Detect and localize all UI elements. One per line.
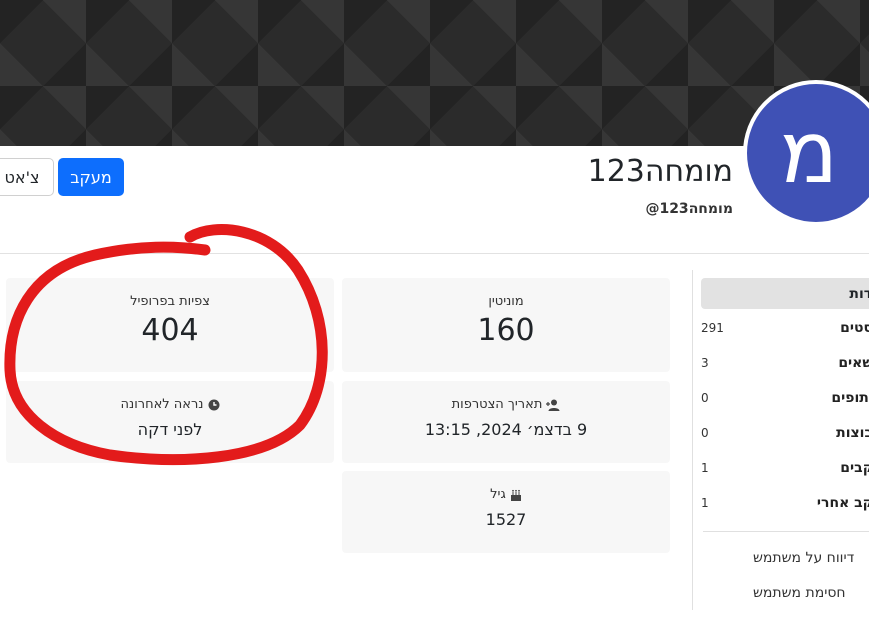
- last-seen-card: נראה לאחרונה לפני דקה: [6, 381, 334, 463]
- sidebar-item-count: 1: [701, 496, 709, 510]
- report-user-link[interactable]: דיווח על משתמש: [753, 550, 854, 566]
- sidebar-item-count: 3: [701, 356, 709, 370]
- age-label: גיל: [490, 487, 506, 502]
- sidebar-divider: [703, 531, 869, 532]
- profile-views-card: צפיות בפרופיל 404: [6, 278, 334, 372]
- follow-button[interactable]: מעקב: [58, 158, 124, 196]
- joined-card: תאריך הצטרפות 9 בדצמ׳ 2024, 13:15: [342, 381, 670, 463]
- age-value: 1527: [485, 510, 527, 529]
- sidebar-item-label: שאים: [838, 355, 869, 371]
- age-card: גיל 1527: [342, 471, 670, 553]
- last-seen-value: לפני דקה: [137, 420, 203, 439]
- sidebar-item-count: 1: [701, 461, 709, 475]
- sidebar-item[interactable]: סטים 291: [701, 317, 869, 339]
- cake-icon: [510, 489, 521, 501]
- display-name: מומחה123: [587, 154, 733, 189]
- profile-views-value: 404: [141, 313, 199, 348]
- sidebar-item[interactable]: קבים 1: [701, 457, 869, 479]
- sidebar-item-label: יתופים: [831, 390, 869, 406]
- sidebar-item-label: קבים: [840, 460, 869, 476]
- block-user-link[interactable]: חסימת משתמש: [753, 585, 846, 601]
- sidebar-item-label: בוצות: [836, 425, 869, 441]
- joined-label: תאריך הצטרפות: [451, 397, 543, 412]
- profile-cover: [0, 0, 869, 146]
- reputation-card: מוניטין 160: [342, 278, 670, 372]
- sidebar-item[interactable]: בוצות 0: [701, 422, 869, 444]
- sidebar-item-count: 0: [701, 426, 709, 440]
- profile-sidebar: דות סטים 291 שאים 3 יתופים 0 בוצות 0 קבי…: [692, 270, 869, 610]
- reputation-label: מוניטין: [488, 294, 524, 309]
- sidebar-item[interactable]: שאים 3: [701, 352, 869, 374]
- sidebar-item[interactable]: קב אחרי 1: [701, 492, 869, 514]
- sidebar-item[interactable]: יתופים 0: [701, 387, 869, 409]
- reputation-value: 160: [477, 313, 535, 348]
- username: @מומחה123: [645, 201, 733, 217]
- chat-button[interactable]: צ'אט: [0, 158, 54, 196]
- profile-views-label: צפיות בפרופיל: [130, 294, 210, 309]
- sidebar-item-label: קב אחרי: [816, 495, 869, 511]
- sidebar-item-label: סטים: [840, 320, 869, 336]
- user-plus-icon: [546, 399, 560, 411]
- sidebar-item-count: 0: [701, 391, 709, 405]
- header-divider: [0, 253, 869, 254]
- sidebar-header: דות: [701, 278, 869, 309]
- last-seen-label: נראה לאחרונה: [120, 397, 204, 412]
- sidebar-item-count: 291: [701, 321, 724, 335]
- clock-icon: [208, 399, 220, 410]
- joined-value: 9 בדצמ׳ 2024, 13:15: [424, 420, 588, 439]
- avatar-letter: מ: [779, 103, 839, 203]
